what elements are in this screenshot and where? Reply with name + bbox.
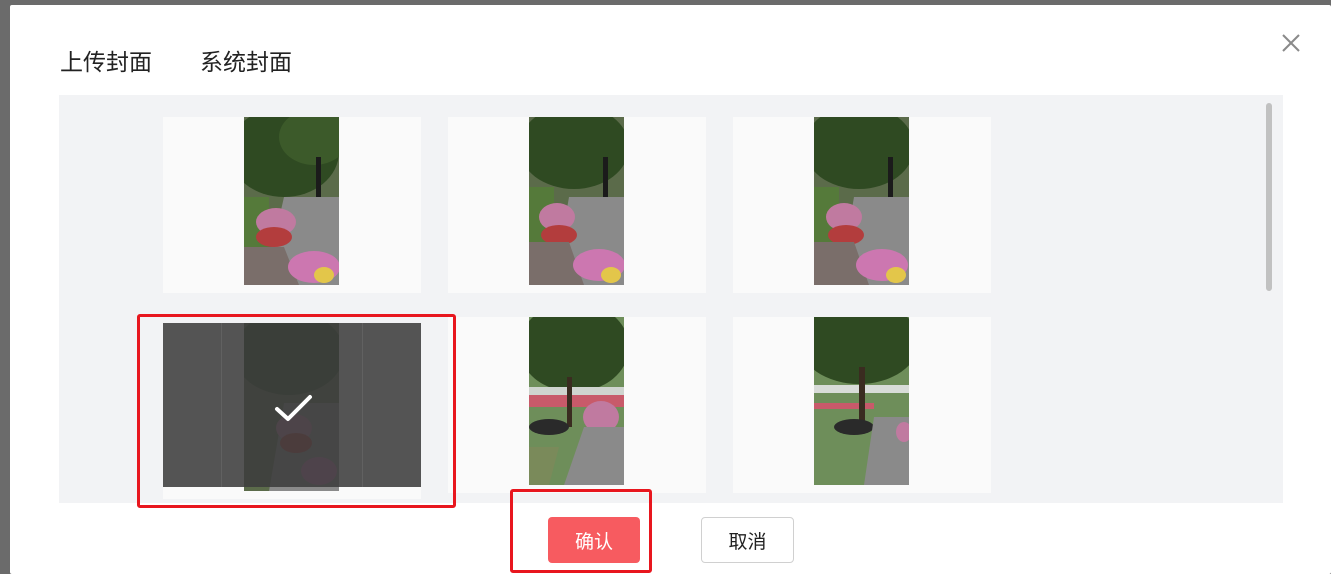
cover-image [529, 117, 624, 285]
tab-upload-cover[interactable]: 上传封面 [60, 47, 152, 99]
cover-thumbnail-5[interactable] [448, 317, 706, 493]
cover-image [529, 317, 624, 485]
cover-thumbnail-1[interactable] [163, 117, 421, 293]
cover-image [814, 117, 909, 285]
cover-thumbnail-2[interactable] [448, 117, 706, 293]
cancel-button[interactable]: 取消 [701, 517, 794, 563]
tab-system-cover[interactable]: 系统封面 [200, 47, 292, 99]
cover-image [244, 117, 339, 285]
confirm-button-highlight [510, 489, 652, 573]
cover-thumbnail-6[interactable] [733, 317, 991, 493]
cover-thumbnail-3[interactable] [733, 117, 991, 293]
cover-dialog: 上传封面 系统封面 确认 取消 [10, 5, 1331, 574]
selected-cover-highlight [137, 314, 456, 508]
cover-tabs: 上传封面 系统封面 [60, 47, 340, 99]
gallery-scrollbar[interactable] [1266, 103, 1272, 291]
close-icon[interactable] [1279, 31, 1303, 55]
cover-image [814, 317, 909, 485]
